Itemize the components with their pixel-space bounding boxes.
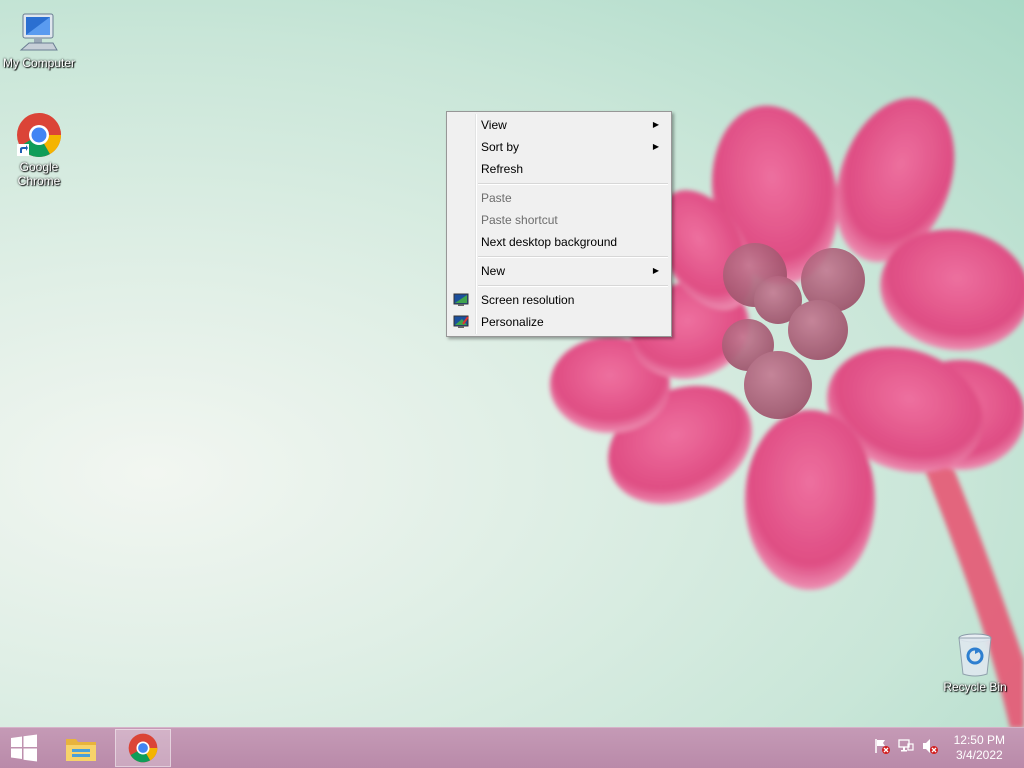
menu-item-new[interactable]: New ▶ xyxy=(449,260,669,282)
menu-item-personalize[interactable]: Personalize xyxy=(449,311,669,333)
menu-separator xyxy=(478,285,668,287)
menu-separator xyxy=(478,256,668,258)
network-icon xyxy=(898,739,914,752)
chrome-icon xyxy=(128,733,158,763)
start-button[interactable] xyxy=(0,729,48,767)
menu-item-label: Paste shortcut xyxy=(481,213,558,227)
clock-date: 3/4/2022 xyxy=(955,748,1003,762)
taskbar: 12:50 PM 3/4/2022 xyxy=(0,727,1024,768)
windows-start-icon xyxy=(11,734,37,762)
desktop-icon-google-chrome[interactable]: Google Chrome xyxy=(0,112,79,188)
desktop-icon-recycle-bin[interactable]: Recycle Bin xyxy=(935,632,1015,694)
menu-item-label: Refresh xyxy=(481,162,524,176)
submenu-arrow-icon: ▶ xyxy=(652,120,659,129)
file-explorer-icon xyxy=(66,739,96,761)
menu-item-label: Paste xyxy=(481,191,512,205)
submenu-arrow-icon: ▶ xyxy=(652,266,659,275)
menu-item-label: View xyxy=(481,118,507,132)
chrome-icon xyxy=(17,113,61,157)
menu-item-paste-shortcut: Paste shortcut xyxy=(449,209,669,231)
desktop-icon-label: My Computer xyxy=(2,56,76,70)
menu-item-refresh[interactable]: Refresh xyxy=(449,158,669,180)
desktop-context-menu: View ▶ Sort by ▶ Refresh Paste Paste sho… xyxy=(446,111,672,337)
desktop-wallpaper[interactable] xyxy=(0,0,1024,728)
tray-volume[interactable] xyxy=(922,738,938,757)
menu-item-next-desktop-background[interactable]: Next desktop background xyxy=(449,231,669,253)
tray-network[interactable] xyxy=(898,738,914,757)
flower-image xyxy=(550,97,1024,728)
taskbar-file-explorer-button[interactable] xyxy=(58,729,114,767)
computer-icon xyxy=(19,13,58,51)
taskbar-clock[interactable]: 12:50 PM 3/4/2022 xyxy=(954,733,1005,763)
action-center-flag-icon xyxy=(875,739,890,754)
submenu-arrow-icon: ▶ xyxy=(652,142,659,151)
monitor-icon xyxy=(453,293,469,306)
menu-item-label: Next desktop background xyxy=(481,235,618,249)
menu-separator xyxy=(478,183,668,185)
menu-item-label: New xyxy=(481,264,506,278)
tray-action-center[interactable] xyxy=(874,738,890,757)
menu-item-screen-resolution[interactable]: Screen resolution xyxy=(449,289,669,311)
menu-item-view[interactable]: View ▶ xyxy=(449,114,669,136)
menu-item-label: Screen resolution xyxy=(481,293,575,307)
desktop-icon-label: Google Chrome xyxy=(17,160,61,188)
taskbar-chrome-button[interactable] xyxy=(115,729,171,767)
desktop-icon-my-computer[interactable]: My Computer xyxy=(0,10,79,70)
recycle-bin-icon xyxy=(958,633,992,677)
desktop-icon-label: Recycle Bin xyxy=(943,680,1007,694)
menu-item-label: Sort by xyxy=(481,140,520,154)
menu-item-paste: Paste xyxy=(449,187,669,209)
clock-time: 12:50 PM xyxy=(953,733,1005,747)
volume-muted-icon xyxy=(923,739,938,754)
personalize-icon xyxy=(453,315,469,328)
menu-item-label: Personalize xyxy=(481,315,544,329)
menu-item-sort-by[interactable]: Sort by ▶ xyxy=(449,136,669,158)
